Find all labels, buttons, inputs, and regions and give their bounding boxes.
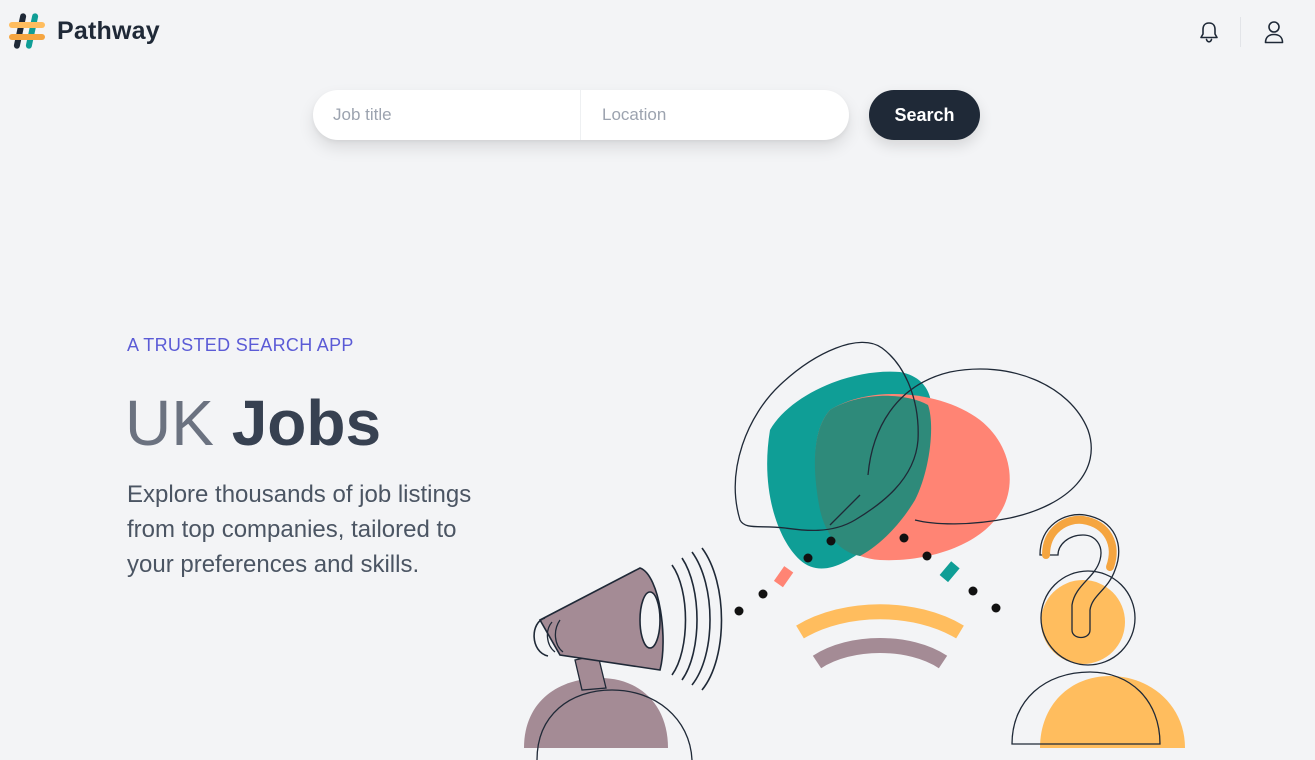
hero-description: Explore thousands of job listings from t…: [127, 481, 472, 578]
hero-tagline: A TRUSTED SEARCH APP: [127, 335, 354, 355]
location-input[interactable]: [580, 90, 849, 140]
hero-title-light: UK: [125, 387, 214, 459]
hashtag-logo-icon[interactable]: [6, 10, 48, 52]
top-nav: Pathway: [0, 0, 1315, 64]
account-button[interactable]: [1259, 17, 1289, 47]
listener-head-shape: [1041, 580, 1125, 664]
bell-icon: [1200, 22, 1218, 43]
header-actions: [1194, 14, 1289, 50]
hero-title-bold: Jobs: [231, 387, 382, 459]
arc-mauve: [812, 638, 948, 669]
megaphone-opening: [639, 591, 661, 649]
listener-body-shape: [1040, 676, 1185, 748]
arc-yellow: [796, 604, 964, 639]
job-title-input[interactable]: [313, 90, 580, 140]
brand-name[interactable]: Pathway: [57, 17, 160, 46]
hero-illustration: [524, 341, 1185, 760]
user-icon: [1264, 21, 1284, 44]
notifications-button[interactable]: [1194, 17, 1224, 47]
search-bar: [313, 90, 849, 140]
question-mark-fill: [1042, 515, 1117, 571]
sound-waves: [671, 547, 723, 691]
search-button[interactable]: Search: [869, 90, 980, 140]
confetti-teal: [939, 561, 960, 583]
hero-title: UK Jobs: [125, 380, 381, 466]
confetti-coral: [773, 566, 794, 588]
header-divider: [1240, 17, 1241, 47]
